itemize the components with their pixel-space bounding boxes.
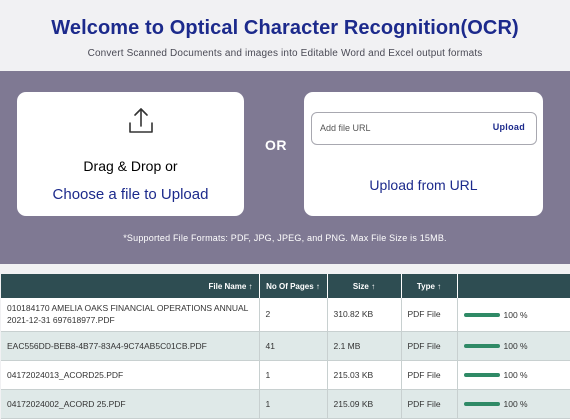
size-cell: 2.1 MB xyxy=(327,331,402,361)
type-cell: PDF File xyxy=(401,360,458,390)
progress-bar xyxy=(463,312,500,317)
url-input-box: Upload xyxy=(311,112,537,145)
choose-file-link[interactable]: Choose a file to Upload xyxy=(17,186,244,203)
column-header-file-name[interactable]: File Name ↑ xyxy=(1,274,260,298)
supported-formats-note: *Supported File Formats: PDF, JPG, JPEG,… xyxy=(123,233,447,243)
files-table-container: File Name ↑ No Of Pages ↑ Size ↑ Type ↑ … xyxy=(1,274,570,420)
upload-section: Drag & Drop or Choose a file to Upload O… xyxy=(0,71,570,264)
column-header-type[interactable]: Type ↑ xyxy=(401,274,458,298)
progress-cell: 100 % xyxy=(457,298,570,332)
files-table: File Name ↑ No Of Pages ↑ Size ↑ Type ↑ … xyxy=(1,274,570,419)
file-url-input[interactable] xyxy=(320,120,470,136)
upload-icon xyxy=(129,108,153,133)
url-upload-card: Upload Upload from URL xyxy=(304,92,543,216)
table-row[interactable]: 04172024002_ACORD 25.PDF 1 215.09 KB PDF… xyxy=(1,389,570,419)
size-cell: 310.82 KB xyxy=(327,298,402,332)
page-title: Welcome to Optical Character Recognition… xyxy=(51,17,519,39)
progress-bar xyxy=(463,343,500,348)
table-row[interactable]: 04172024013_ACORD25.PDF 1 215.03 KB PDF … xyxy=(1,360,570,390)
file-drop-zone[interactable]: Drag & Drop or Choose a file to Upload xyxy=(17,92,244,216)
progress-cell: 100 % xyxy=(457,360,570,390)
progress-cell: 100 % xyxy=(457,389,570,419)
progress-cell: 100 % xyxy=(457,331,570,361)
pages-cell: 2 xyxy=(259,298,328,332)
size-cell: 215.09 KB xyxy=(327,389,402,419)
type-cell: PDF File xyxy=(401,331,458,361)
or-separator: OR xyxy=(265,137,287,153)
size-cell: 215.03 KB xyxy=(327,360,402,390)
pages-cell: 1 xyxy=(259,389,328,419)
progress-label: 100 % xyxy=(503,309,528,320)
file-name-cell: 010184170 AMELIA OAKS FINANCIAL OPERATIO… xyxy=(1,298,260,332)
type-cell: PDF File xyxy=(401,298,458,332)
type-cell: PDF File xyxy=(401,389,458,419)
column-header-progress xyxy=(457,274,570,298)
pages-cell: 41 xyxy=(259,331,328,361)
page-subtitle: Convert Scanned Documents and images int… xyxy=(87,48,483,59)
page-header: Welcome to Optical Character Recognition… xyxy=(0,0,570,71)
progress-bar xyxy=(463,401,500,406)
table-row[interactable]: 010184170 AMELIA OAKS FINANCIAL OPERATIO… xyxy=(1,298,570,332)
file-name-cell: EAC556DD-BEB8-4B77-83A4-9C74AB5C01CB.PDF xyxy=(1,331,260,361)
url-upload-button[interactable]: Upload xyxy=(493,122,525,132)
progress-label: 100 % xyxy=(503,369,528,380)
column-header-pages[interactable]: No Of Pages ↑ xyxy=(259,274,328,298)
progress-bar xyxy=(463,372,500,377)
progress-label: 100 % xyxy=(503,398,528,409)
file-name-cell: 04172024013_ACORD25.PDF xyxy=(1,360,260,390)
pages-cell: 1 xyxy=(259,360,328,390)
table-header-row: File Name ↑ No Of Pages ↑ Size ↑ Type ↑ xyxy=(1,274,570,298)
table-row[interactable]: EAC556DD-BEB8-4B77-83A4-9C74AB5C01CB.PDF… xyxy=(1,331,570,361)
drag-drop-label: Drag & Drop or xyxy=(83,158,178,174)
upload-from-url-link[interactable]: Upload from URL xyxy=(304,177,543,193)
progress-label: 100 % xyxy=(503,340,528,351)
column-header-size[interactable]: Size ↑ xyxy=(327,274,402,298)
file-name-cell: 04172024002_ACORD 25.PDF xyxy=(1,389,260,419)
